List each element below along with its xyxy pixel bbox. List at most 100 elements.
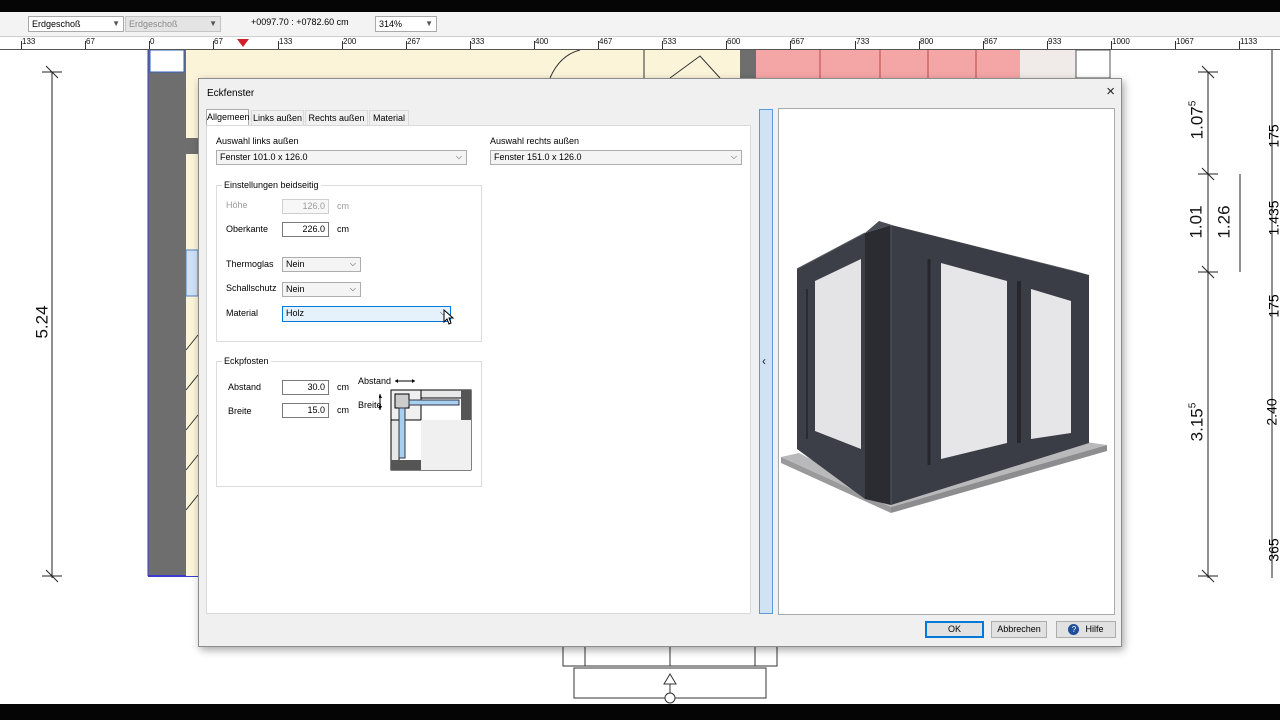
abstand-label: Abstand [228,382,262,392]
breite-input[interactable]: 15.0 [282,403,329,418]
help-button-label: Hilfe [1085,624,1104,634]
chevron-down-icon: ⌵ [349,284,356,293]
left-window-select[interactable]: Fenster 101.0 x 126.0 ⌵ [216,150,467,165]
corner-window-3d-icon [781,221,1107,513]
material-select[interactable]: Holz ⌵ [282,306,451,322]
help-icon: ? [1068,624,1080,636]
dimension-right-a-value: 1.07 [1187,106,1207,140]
material-label: Material [226,308,259,318]
thermoglas-label: Thermoglas [226,259,274,269]
ruler-tick: 667 [789,37,805,49]
ruler-tick: 67 [213,37,223,49]
horizontal-ruler[interactable]: 133 67 0 67 133 200 267 333 400 467 533 … [0,37,1280,50]
right-window-select-value: Fenster 151.0 x 126.0 [494,152,582,162]
ok-button[interactable]: OK [925,621,984,638]
tab-allgemeen[interactable]: Allgemeen [206,109,250,126]
window-3d-preview[interactable] [778,108,1115,615]
ruler-tick: 1000 [1111,37,1130,49]
ruler-tick: 867 [982,37,998,49]
corner-post-diagram [379,379,472,471]
dimension-right-d-value: 3.15 [1187,408,1207,442]
chevron-left-icon[interactable]: ‹ [762,354,766,368]
floor-select-value: Erdgeschoß [32,19,81,29]
chevron-down-icon: ▼ [425,19,433,28]
breite-label: Breite [228,406,252,416]
group-einstellungen-beidseitig: Einstellungen beidseitig Höhe 126.0 cm O… [216,180,482,342]
schallschutz-label: Schallschutz [226,283,277,293]
dimension-right-a-sup: 5 [1187,100,1199,107]
ruler-tick: 467 [597,37,613,49]
group-eckpfosten: Eckpfosten Abstand 30.0 cm Breite 15.0 c… [216,356,482,487]
dimension-edge-2: 1.435 [1265,200,1280,236]
schallschutz-select[interactable]: Nein ⌵ [282,282,361,297]
breite-unit: cm [337,405,349,415]
material-select-value: Holz [286,308,305,318]
ruler-tick: 733 [854,37,870,49]
abstand-unit: cm [337,382,349,392]
dimension-edge-5: 365 [1265,538,1280,562]
thermoglas-select-value: Nein [286,259,305,269]
oberkante-input[interactable]: 226.0 [282,222,329,237]
ruler-tick: 1067 [1175,37,1194,49]
oberkante-label: Oberkante [226,224,269,234]
dimension-edge-1: 175 [1265,124,1280,148]
ruler-tick: 267 [405,37,421,49]
dimension-edge-3: 175 [1265,294,1280,318]
right-select-label: Auswahl rechts außen [490,136,580,146]
close-icon[interactable]: × [1106,83,1115,101]
group-title: Einstellungen beidseitig [222,180,321,190]
ruler-tick: 533 [661,37,677,49]
dialog-title: Eckfenster [207,88,255,99]
ruler-tick: 133 [20,37,36,49]
coordinates-readout: +0097.70 : +0782.60 cm [251,17,349,27]
chevron-down-icon: ▼ [112,19,120,28]
mouse-cursor-icon [443,309,455,325]
preview-splitter[interactable]: ‹ [759,109,773,614]
chevron-down-icon: ▼ [209,19,217,28]
dimension-right-b: 1.01 [1186,205,1206,239]
dimension-edge-4: 2.40 [1263,398,1280,426]
floor-select-2[interactable]: Erdgeschoß ▼ [125,16,221,32]
zoom-value: 314% [379,19,403,29]
ruler-tick: 400 [533,37,549,49]
left-select-label: Auswahl links außen [216,136,299,146]
ruler-tick: 0 [148,37,155,49]
thermoglas-select[interactable]: Nein ⌵ [282,257,361,272]
ruler-tick: 600 [725,37,741,49]
dimension-left: 5.24 [32,305,52,339]
tab-rechts-aussen[interactable]: Rechts außen [305,110,368,125]
ruler-tick: 933 [1046,37,1062,49]
dimension-right-d: 3.155 [1187,403,1207,442]
dimension-right-d-sup: 5 [1187,402,1199,409]
ruler-tick: 800 [918,37,934,49]
ruler-marker-icon [237,39,249,47]
ruler-tick: 67 [85,37,95,49]
zoom-select[interactable]: 314% ▼ [375,16,437,32]
help-button[interactable]: ? Hilfe [1056,621,1116,638]
ruler-tick: 333 [469,37,485,49]
chevron-down-icon: ⌵ [349,259,356,268]
tab-links-aussen[interactable]: Links außen [251,110,304,125]
group-title: Eckpfosten [222,356,271,366]
floor-select[interactable]: Erdgeschoß ▼ [28,16,124,32]
ruler-tick: 200 [341,37,357,49]
floor-select-2-value: Erdgeschoß [129,19,178,29]
chevron-down-icon: ⌵ [455,152,462,161]
top-letterbox [0,0,1280,12]
tab-material[interactable]: Material [369,110,409,125]
ruler-tick: 133 [277,37,293,49]
ruler-tick: 1133 [1238,37,1258,49]
dimension-right-a: 1.075 [1187,101,1207,140]
oberkante-unit: cm [337,224,349,234]
hoehe-input[interactable]: 126.0 [282,199,329,214]
chevron-down-icon: ⌵ [730,152,737,161]
hoehe-label: Höhe [226,200,248,210]
abstand-input[interactable]: 30.0 [282,380,329,395]
left-window-select-value: Fenster 101.0 x 126.0 [220,152,308,162]
right-window-select[interactable]: Fenster 151.0 x 126.0 ⌵ [490,150,742,165]
diagram-breite-label: Breite [358,400,382,410]
cancel-button[interactable]: Abbrechen [991,621,1047,638]
top-toolbar: Erdgeschoß ▼ Erdgeschoß ▼ +0097.70 : +07… [0,12,1280,37]
dimension-right-c: 1.26 [1214,205,1234,239]
bottom-letterbox [0,704,1280,720]
